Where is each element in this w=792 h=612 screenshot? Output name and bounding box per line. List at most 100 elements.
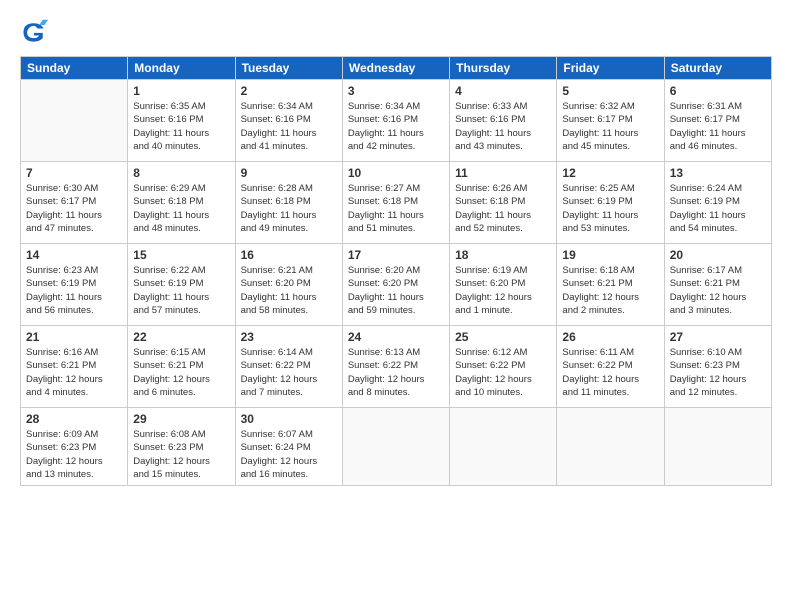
day-info: Sunrise: 6:34 AMSunset: 6:16 PMDaylight:… (241, 100, 337, 153)
col-header-sunday: Sunday (21, 57, 128, 80)
day-cell: 16Sunrise: 6:21 AMSunset: 6:20 PMDayligh… (235, 244, 342, 326)
day-cell (342, 408, 449, 486)
col-header-friday: Friday (557, 57, 664, 80)
day-number: 10 (348, 166, 444, 180)
day-cell: 3 Sunrise: 6:34 AMSunset: 6:16 PMDaylight… (342, 80, 449, 162)
day-cell: 9 Sunrise: 6:28 AMSunset: 6:18 PMDaylight… (235, 162, 342, 244)
day-number: 8 (133, 166, 229, 180)
col-header-monday: Monday (128, 57, 235, 80)
day-info: Sunrise: 6:23 AMSunset: 6:19 PMDaylight:… (26, 264, 122, 317)
col-header-thursday: Thursday (450, 57, 557, 80)
day-cell: 23 Sunrise: 6:14 AMSunset: 6:22 PMDayligh… (235, 326, 342, 408)
day-info: Sunrise: 6:33 AMSunset: 6:16 PMDaylight:… (455, 100, 551, 153)
day-info: Sunrise: 6:22 AMSunset: 6:19 PMDaylight:… (133, 264, 229, 317)
header (20, 18, 772, 46)
calendar-table: SundayMondayTuesdayWednesdayThursdayFrid… (20, 56, 772, 486)
day-number: 5 (562, 84, 658, 98)
day-info: Sunrise: 6:25 AMSunset: 6:19 PMDaylight:… (562, 182, 658, 235)
day-cell: 5 Sunrise: 6:32 AMSunset: 6:17 PMDaylight… (557, 80, 664, 162)
day-info: Sunrise: 6:07 AMSunset: 6:24 PMDaylight:… (241, 428, 337, 481)
day-cell: 15 Sunrise: 6:22 AMSunset: 6:19 PMDayligh… (128, 244, 235, 326)
day-info: Sunrise: 6:34 AMSunset: 6:16 PMDaylight:… (348, 100, 444, 153)
day-cell: 28 Sunrise: 6:09 AMSunset: 6:23 PMDayligh… (21, 408, 128, 486)
day-info: Sunrise: 6:19 AMSunset: 6:20 PMDaylight:… (455, 264, 551, 317)
day-number: 25 (455, 330, 551, 344)
day-info: Sunrise: 6:11 AMSunset: 6:22 PMDaylight:… (562, 346, 658, 399)
day-number: 24 (348, 330, 444, 344)
day-cell: 26 Sunrise: 6:11 AMSunset: 6:22 PMDayligh… (557, 326, 664, 408)
day-number: 27 (670, 330, 766, 344)
day-number: 19 (562, 248, 658, 262)
day-cell: 8Sunrise: 6:29 AMSunset: 6:18 PMDaylight… (128, 162, 235, 244)
day-cell: 19 Sunrise: 6:18 AMSunset: 6:21 PMDayligh… (557, 244, 664, 326)
day-info: Sunrise: 6:15 AMSunset: 6:21 PMDaylight:… (133, 346, 229, 399)
day-info: Sunrise: 6:17 AMSunset: 6:21 PMDaylight:… (670, 264, 766, 317)
day-number: 12 (562, 166, 658, 180)
week-row: 14 Sunrise: 6:23 AMSunset: 6:19 PMDayligh… (21, 244, 772, 326)
col-header-tuesday: Tuesday (235, 57, 342, 80)
day-number: 2 (241, 84, 337, 98)
day-cell: 18 Sunrise: 6:19 AMSunset: 6:20 PMDayligh… (450, 244, 557, 326)
day-info: Sunrise: 6:30 AMSunset: 6:17 PMDaylight:… (26, 182, 122, 235)
day-number: 9 (241, 166, 337, 180)
day-number: 7 (26, 166, 122, 180)
day-cell: 11 Sunrise: 6:26 AMSunset: 6:18 PMDayligh… (450, 162, 557, 244)
page: SundayMondayTuesdayWednesdayThursdayFrid… (0, 0, 792, 612)
col-header-wednesday: Wednesday (342, 57, 449, 80)
day-number: 11 (455, 166, 551, 180)
day-cell: 1 Sunrise: 6:35 AMSunset: 6:16 PMDaylight… (128, 80, 235, 162)
day-cell (664, 408, 771, 486)
day-number: 22 (133, 330, 229, 344)
day-info: Sunrise: 6:20 AMSunset: 6:20 PMDaylight:… (348, 264, 444, 317)
day-info: Sunrise: 6:09 AMSunset: 6:23 PMDaylight:… (26, 428, 122, 481)
logo (20, 18, 52, 46)
day-info: Sunrise: 6:28 AMSunset: 6:18 PMDaylight:… (241, 182, 337, 235)
day-number: 20 (670, 248, 766, 262)
day-cell: 27 Sunrise: 6:10 AMSunset: 6:23 PMDayligh… (664, 326, 771, 408)
day-number: 15 (133, 248, 229, 262)
day-info: Sunrise: 6:32 AMSunset: 6:17 PMDaylight:… (562, 100, 658, 153)
week-row: 7 Sunrise: 6:30 AMSunset: 6:17 PMDaylight… (21, 162, 772, 244)
day-cell: 2 Sunrise: 6:34 AMSunset: 6:16 PMDaylight… (235, 80, 342, 162)
day-number: 26 (562, 330, 658, 344)
day-info: Sunrise: 6:10 AMSunset: 6:23 PMDaylight:… (670, 346, 766, 399)
day-number: 28 (26, 412, 122, 426)
day-cell: 4 Sunrise: 6:33 AMSunset: 6:16 PMDaylight… (450, 80, 557, 162)
day-number: 14 (26, 248, 122, 262)
day-info: Sunrise: 6:26 AMSunset: 6:18 PMDaylight:… (455, 182, 551, 235)
day-cell (21, 80, 128, 162)
day-cell: 10 Sunrise: 6:27 AMSunset: 6:18 PMDayligh… (342, 162, 449, 244)
day-number: 23 (241, 330, 337, 344)
day-info: Sunrise: 6:12 AMSunset: 6:22 PMDaylight:… (455, 346, 551, 399)
header-row: SundayMondayTuesdayWednesdayThursdayFrid… (21, 57, 772, 80)
day-number: 29 (133, 412, 229, 426)
day-cell: 20 Sunrise: 6:17 AMSunset: 6:21 PMDayligh… (664, 244, 771, 326)
day-number: 6 (670, 84, 766, 98)
day-info: Sunrise: 6:14 AMSunset: 6:22 PMDaylight:… (241, 346, 337, 399)
day-number: 4 (455, 84, 551, 98)
logo-icon (20, 18, 48, 46)
week-row: 21 Sunrise: 6:16 AMSunset: 6:21 PMDayligh… (21, 326, 772, 408)
day-number: 3 (348, 84, 444, 98)
day-info: Sunrise: 6:13 AMSunset: 6:22 PMDaylight:… (348, 346, 444, 399)
day-cell (450, 408, 557, 486)
day-cell: 17 Sunrise: 6:20 AMSunset: 6:20 PMDayligh… (342, 244, 449, 326)
day-info: Sunrise: 6:35 AMSunset: 6:16 PMDaylight:… (133, 100, 229, 153)
day-info: Sunrise: 6:27 AMSunset: 6:18 PMDaylight:… (348, 182, 444, 235)
day-info: Sunrise: 6:24 AMSunset: 6:19 PMDaylight:… (670, 182, 766, 235)
day-cell: 13 Sunrise: 6:24 AMSunset: 6:19 PMDayligh… (664, 162, 771, 244)
day-info: Sunrise: 6:21 AMSunset: 6:20 PMDaylight:… (241, 264, 337, 317)
day-cell (557, 408, 664, 486)
day-number: 13 (670, 166, 766, 180)
day-info: Sunrise: 6:31 AMSunset: 6:17 PMDaylight:… (670, 100, 766, 153)
day-number: 17 (348, 248, 444, 262)
day-cell: 25 Sunrise: 6:12 AMSunset: 6:22 PMDayligh… (450, 326, 557, 408)
day-number: 21 (26, 330, 122, 344)
day-cell: 30Sunrise: 6:07 AMSunset: 6:24 PMDayligh… (235, 408, 342, 486)
day-number: 1 (133, 84, 229, 98)
day-cell: 29Sunrise: 6:08 AMSunset: 6:23 PMDayligh… (128, 408, 235, 486)
day-info: Sunrise: 6:16 AMSunset: 6:21 PMDaylight:… (26, 346, 122, 399)
day-cell: 6 Sunrise: 6:31 AMSunset: 6:17 PMDaylight… (664, 80, 771, 162)
day-info: Sunrise: 6:18 AMSunset: 6:21 PMDaylight:… (562, 264, 658, 317)
day-number: 18 (455, 248, 551, 262)
